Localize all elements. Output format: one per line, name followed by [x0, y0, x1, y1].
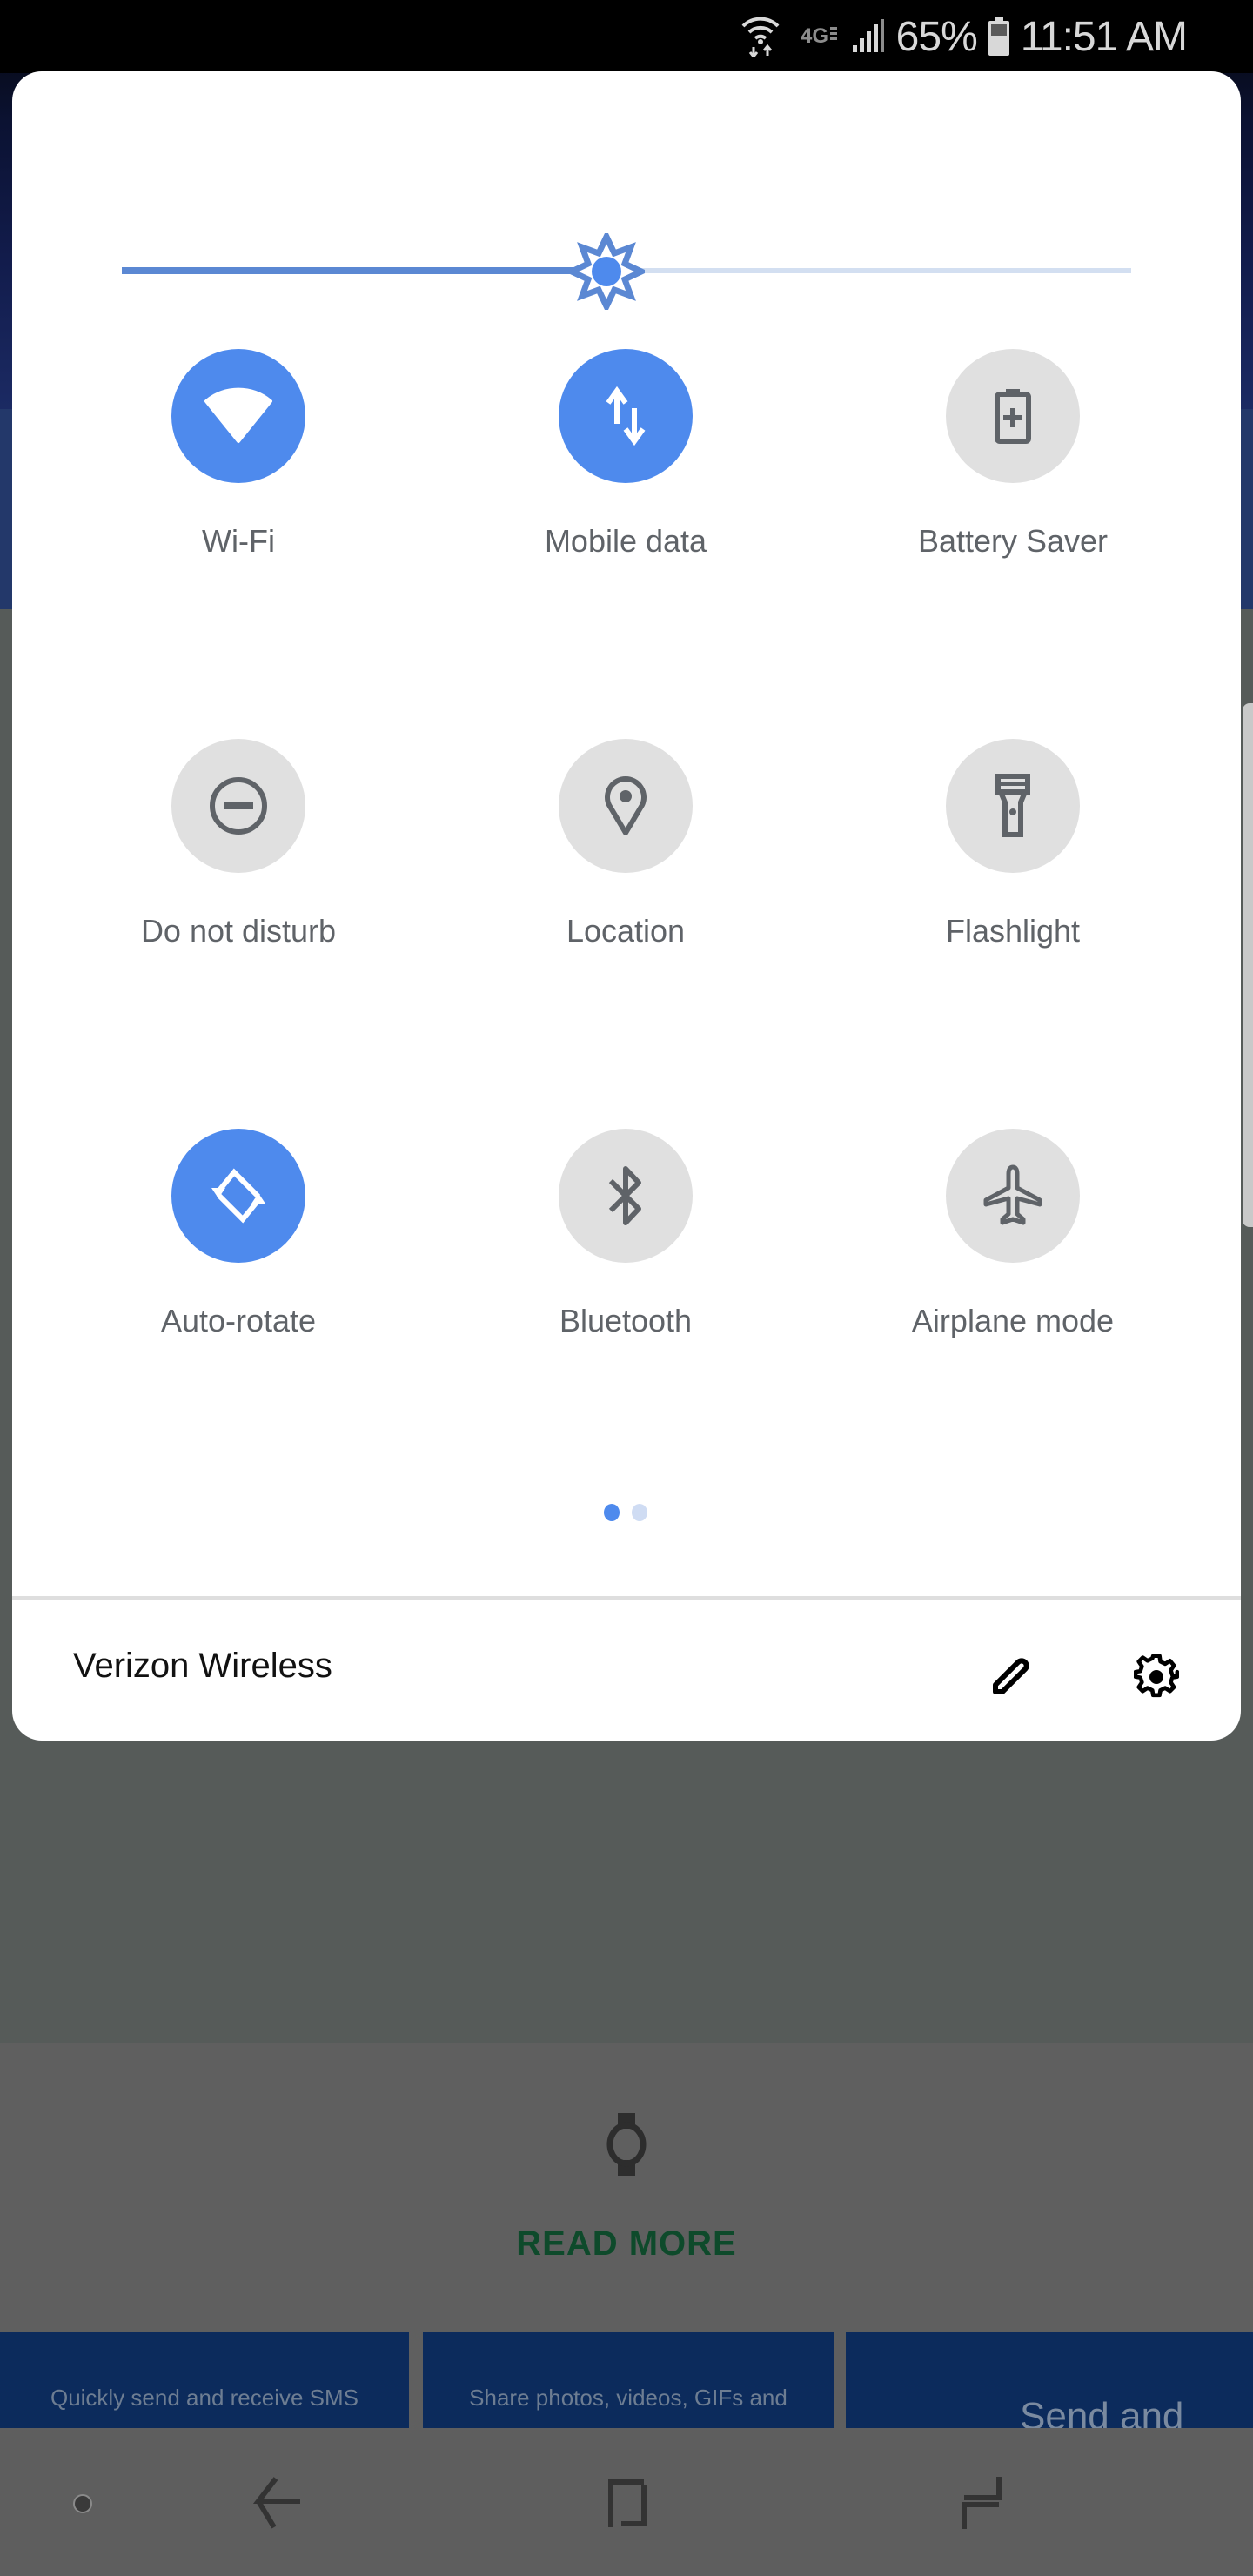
bluetooth-icon [608, 1166, 641, 1225]
tile-battery-saver-toggle[interactable] [946, 349, 1080, 483]
battery-saver-icon [995, 389, 1031, 444]
page-indicator [604, 1504, 647, 1521]
tile-label: Wi-Fi [202, 523, 275, 559]
home-icon [608, 2479, 647, 2527]
tile-location-toggle[interactable] [559, 739, 693, 873]
airplane-icon [983, 1164, 1042, 1225]
tile-location[interactable]: Location [495, 739, 756, 965]
promo-card-text: Send and rece [1020, 2395, 1184, 2428]
dot-indicator-icon [73, 2494, 92, 2513]
settings-button[interactable] [1124, 1645, 1189, 1709]
lte-icon: 4G [801, 24, 837, 48]
read-more-button[interactable]: READ MORE [0, 2224, 1253, 2264]
tile-label: Auto-rotate [160, 1303, 317, 1338]
location-icon [605, 776, 647, 835]
auto-rotate-icon [211, 1168, 265, 1224]
watch-icon [606, 2113, 647, 2176]
tile-mobile-data[interactable]: Mobile data [495, 349, 756, 575]
scroll-handle[interactable] [1243, 703, 1253, 1227]
promo-card[interactable]: Send and rece [846, 2332, 1253, 2428]
tile-bluetooth[interactable]: Bluetooth [495, 1129, 756, 1355]
navigation-bar [0, 2430, 1253, 2576]
quick-settings-panel: Wi-Fi Mobile data Battery Saver Do not d… [12, 71, 1241, 1741]
back-icon [252, 2477, 300, 2529]
promo-card-text: Quickly send and receive SMS [50, 2385, 359, 2411]
wifi-data-icon [741, 17, 780, 57]
nav-recents-button[interactable] [940, 2465, 1018, 2543]
tile-do-not-disturb[interactable]: Do not disturb [108, 739, 369, 965]
pencil-icon [993, 1658, 1029, 1694]
tile-label: Battery Saver [917, 523, 1109, 559]
nav-home-button[interactable] [590, 2465, 668, 2543]
mobile-data-icon [606, 386, 646, 446]
carrier-name: Verizon Wireless [73, 1647, 332, 1685]
tile-label: Do not disturb [140, 913, 337, 949]
tile-label: Location [566, 913, 686, 949]
promo-card[interactable]: Share photos, videos, GIFs and [423, 2332, 834, 2428]
tile-airplane-mode[interactable]: Airplane mode [882, 1129, 1143, 1355]
page-dot-1[interactable] [604, 1504, 620, 1521]
nav-dot-button[interactable] [44, 2465, 122, 2543]
nav-back-button[interactable] [239, 2465, 318, 2543]
footer-divider [12, 1596, 1241, 1600]
tile-flashlight[interactable]: Flashlight [882, 739, 1143, 965]
edit-tiles-button[interactable] [980, 1647, 1041, 1707]
clock: 11:51 AM [1020, 13, 1188, 60]
tile-battery-saver[interactable]: Battery Saver [882, 349, 1143, 575]
flashlight-icon [995, 774, 1030, 837]
tile-airplane-mode-toggle[interactable] [946, 1129, 1080, 1263]
battery-icon [988, 17, 1009, 56]
page-dot-2[interactable] [632, 1504, 647, 1521]
do-not-disturb-icon [210, 777, 267, 835]
recents-icon [962, 2477, 1002, 2529]
gear-icon [1134, 1654, 1179, 1698]
tile-do-not-disturb-toggle[interactable] [171, 739, 305, 873]
tile-wifi[interactable]: Wi-Fi [108, 349, 369, 575]
battery-percent: 65% [895, 13, 978, 60]
brightness-icon[interactable] [567, 233, 645, 310]
tile-label: Airplane mode [911, 1303, 1115, 1338]
promo-card[interactable]: Quickly send and receive SMS [0, 2332, 409, 2428]
tile-label: Flashlight [945, 913, 1081, 949]
brightness-slider[interactable] [122, 233, 1131, 310]
tile-wifi-toggle[interactable] [171, 349, 305, 483]
brightness-track-fill [122, 267, 606, 274]
promo-card-text: Share photos, videos, GIFs and [469, 2385, 787, 2411]
tile-label: Bluetooth [559, 1303, 693, 1338]
tile-mobile-data-toggle[interactable] [559, 349, 693, 483]
tile-bluetooth-toggle[interactable] [559, 1129, 693, 1263]
signal-icon [852, 19, 884, 52]
tile-label: Mobile data [544, 523, 707, 559]
svg-text:4G: 4G [801, 24, 828, 48]
wifi-icon [204, 387, 272, 443]
status-bar: 4G LTE 4G 65% 11:51 AM [0, 0, 1253, 73]
tile-flashlight-toggle[interactable] [946, 739, 1080, 873]
tile-auto-rotate[interactable]: Auto-rotate [108, 1129, 369, 1355]
tile-auto-rotate-toggle[interactable] [171, 1129, 305, 1263]
